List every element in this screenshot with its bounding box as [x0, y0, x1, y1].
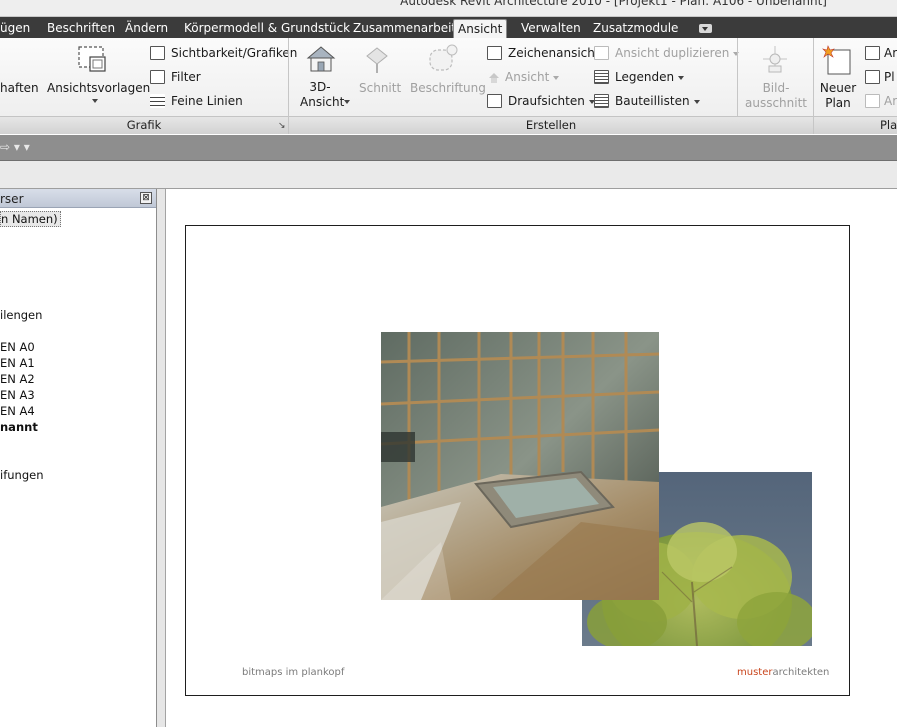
schedules-icon [594, 94, 609, 108]
bildausschnitt-line1: Bild- [762, 81, 790, 95]
visibility-graphics-icon [150, 46, 165, 60]
tree-item[interactable]: EN A3 [0, 388, 35, 402]
new-sheet-icon [822, 45, 851, 75]
house-3d-icon [306, 46, 336, 72]
tree-item[interactable]: EN A0 [0, 340, 35, 354]
sheet-item-icon [865, 46, 880, 60]
window-title: Autodesk Revit Architecture 2010 - [Proj… [400, 0, 827, 8]
feine-linien-button[interactable]: Feine Linien [171, 94, 243, 108]
tree-item[interactable]: EN A1 [0, 356, 35, 370]
ansicht-3d-dropdown[interactable] [340, 94, 350, 108]
ribbon: haften Ansichtsvorlagen Sichtbarkeit/Gra… [0, 38, 897, 134]
section-icon [366, 47, 388, 73]
bildausschnitt-button[interactable]: Bild- ausschnitt [745, 81, 807, 111]
tab-verwalten[interactable]: Verwalten [517, 19, 585, 38]
tree-item[interactable]: EN A4 [0, 404, 35, 418]
tab-aendern[interactable]: Ändern [121, 19, 172, 38]
view-templates-icon [78, 46, 106, 72]
ansicht-3d-button[interactable]: 3D- Ansicht [300, 80, 345, 110]
options-bar [0, 161, 897, 189]
tree-item[interactable]: EN A2 [0, 372, 35, 386]
eigenschaften-button[interactable]: haften [0, 81, 39, 95]
draufsichten-label: Draufsichten [508, 94, 585, 108]
legends-icon [594, 70, 609, 84]
filter-button[interactable]: Filter [171, 70, 201, 84]
sheet-footer-left: bitmaps im plankopf [242, 667, 345, 678]
logo-accent-text: muster [737, 667, 773, 678]
logo-text: architekten [772, 667, 830, 678]
thin-lines-icon [150, 94, 165, 108]
ansicht-label: Ansicht [505, 70, 550, 84]
panel-erstellen-label: Erstellen [289, 116, 813, 134]
project-browser: rser ⊠ n Namen) ilengen EN A0 EN A1 EN A… [0, 189, 157, 727]
plan-item-2[interactable]: Pl [884, 70, 895, 84]
beschriftung-button[interactable]: Beschriftung [410, 81, 486, 95]
tree-item[interactable]: ifungen [0, 468, 43, 482]
grafik-launcher-icon[interactable]: ↘ [278, 121, 286, 131]
panel-grafik-label: Grafik [0, 116, 288, 134]
quick-access-toolbar: ⇨ ▾ ▾ [0, 135, 897, 161]
legenden-button[interactable]: Legenden [615, 70, 685, 84]
bildausschnitt-line2: ausschnitt [745, 96, 808, 110]
plan-views-icon [487, 94, 502, 108]
tab-einfuegen[interactable]: ügen [0, 19, 34, 38]
title-bar: Autodesk Revit Architecture 2010 - [Proj… [0, 0, 897, 17]
panel-splitter[interactable] [157, 189, 166, 727]
ribbon-minimize-button[interactable] [699, 24, 712, 33]
drafting-view-icon [487, 46, 502, 60]
duplicate-view-icon [594, 46, 609, 60]
filter-icon [150, 70, 165, 84]
tab-ansicht[interactable]: Ansicht [453, 19, 508, 38]
ribbon-tab-bar: ügen Beschriften Ändern Körpermodell & G… [0, 17, 897, 38]
draufsichten-button[interactable]: Draufsichten [508, 94, 595, 108]
project-browser-header: rser ⊠ [0, 189, 156, 208]
neuer-plan-line1: Neuer [819, 81, 857, 95]
tree-item-active[interactable]: nannt [0, 420, 38, 434]
zeichenansicht-button[interactable]: Zeichenansicht [508, 46, 600, 60]
ansicht-button[interactable]: Ansicht [505, 70, 560, 84]
tree-item[interactable]: ilengen [0, 308, 42, 322]
tab-beschriften[interactable]: Beschriften [43, 19, 119, 38]
redo-icon[interactable]: ⇨ ▾ ▾ [0, 140, 30, 154]
tab-zusammenarbeit[interactable]: Zusammenarbeit [349, 19, 460, 38]
tree-item[interactable]: n Namen) [0, 211, 61, 227]
bauteillisten-button[interactable]: Bauteillisten [615, 94, 700, 108]
ansicht-duplizieren-button[interactable]: Ansicht duplizieren [615, 46, 740, 60]
sheet-item-icon [865, 70, 880, 84]
tab-zusatzmodule[interactable]: Zusatzmodule [589, 19, 682, 38]
schnitt-button[interactable]: Schnitt [359, 81, 401, 95]
ansicht-3d-line1: 3D- [309, 80, 331, 94]
callout-icon [429, 44, 458, 71]
sheet-item-icon [865, 94, 880, 108]
ansichtsvorlagen-button[interactable]: Ansichtsvorlagen [47, 81, 150, 95]
tab-koerpermodell[interactable]: Körpermodell & Grundstück [180, 19, 354, 38]
bauteillisten-label: Bauteillisten [615, 94, 690, 108]
sheet-footer-logo: musterarchitekten [737, 667, 829, 678]
plan-item-3[interactable]: Ar [884, 94, 897, 108]
neuer-plan-line2: Plan [825, 96, 851, 110]
project-browser-title: rser [0, 192, 24, 206]
close-icon[interactable]: ⊠ [140, 192, 152, 204]
viewport-icon [763, 46, 787, 73]
legenden-label: Legenden [615, 70, 675, 84]
interior-photo [381, 332, 659, 600]
neuer-plan-button[interactable]: Neuer Plan [818, 81, 858, 111]
panel-plan-label: Pla [814, 116, 897, 134]
plan-item-1[interactable]: Ar [884, 46, 897, 60]
ansicht-duplizieren-label: Ansicht duplizieren [615, 46, 730, 60]
ansicht-3d-line2: Ansicht [300, 95, 345, 109]
ansichtsvorlagen-dropdown[interactable] [88, 93, 98, 107]
elevation-icon [487, 70, 502, 84]
sichtbarkeit-grafiken-button[interactable]: Sichtbarkeit/Grafiken [171, 46, 297, 60]
